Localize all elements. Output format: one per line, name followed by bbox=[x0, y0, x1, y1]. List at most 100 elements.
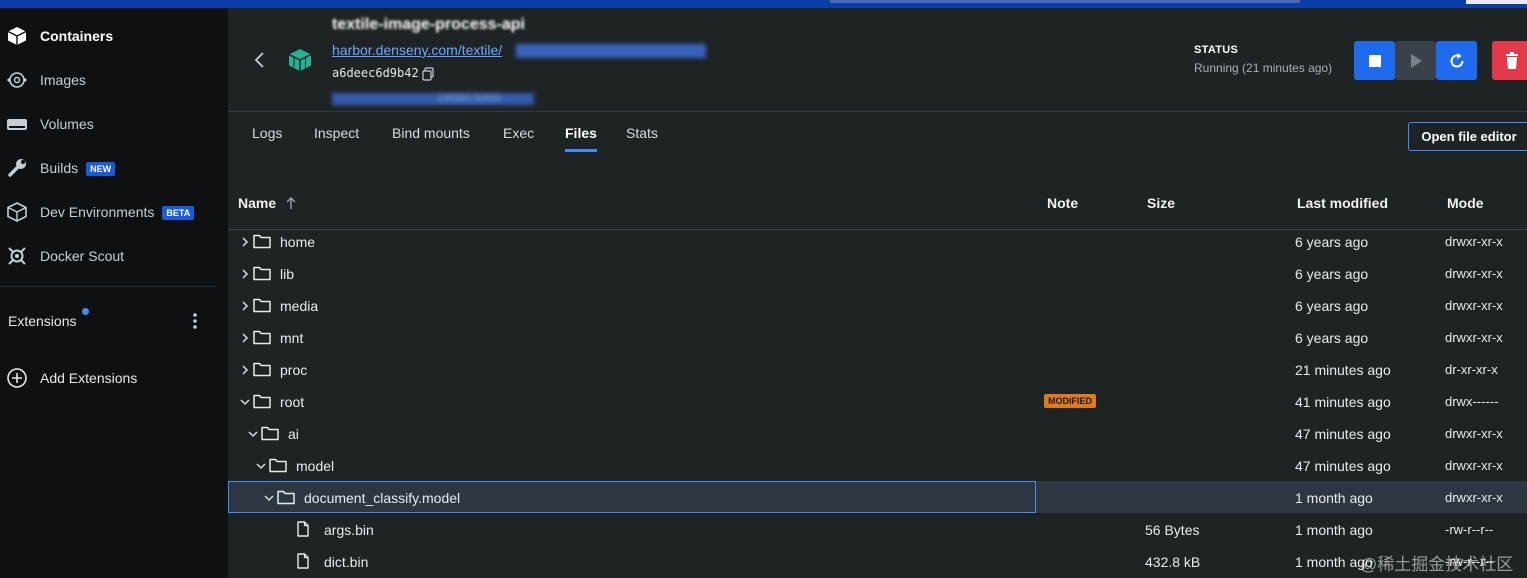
folder-icon bbox=[253, 329, 271, 345]
chevron-down-icon[interactable] bbox=[240, 395, 250, 407]
beta-badge: BETA bbox=[162, 206, 195, 221]
column-header-mode[interactable]: Mode bbox=[1447, 195, 1484, 211]
folder-icon bbox=[253, 297, 271, 313]
sidebar-item-volumes[interactable]: Volumes bbox=[0, 104, 228, 144]
chevron-right-icon[interactable] bbox=[240, 267, 250, 279]
chevron-right-icon[interactable] bbox=[240, 299, 250, 311]
table-row[interactable]: lib 6 years ago drwxr-xr-x bbox=[228, 257, 1527, 289]
table-row[interactable]: home 6 years ago drwxr-xr-x bbox=[228, 225, 1527, 257]
chevron-down-icon[interactable] bbox=[264, 491, 274, 503]
tab-bar: Logs Inspect Bind mounts Exec Files Stat… bbox=[228, 112, 1527, 154]
open-file-editor-button[interactable]: Open file editor bbox=[1408, 122, 1527, 151]
file-icon bbox=[294, 553, 312, 569]
file-name: ai bbox=[288, 426, 299, 442]
plus-circle-icon bbox=[6, 367, 28, 389]
column-header-name[interactable]: Name bbox=[238, 195, 276, 211]
modified-badge: MODIFIED bbox=[1044, 394, 1096, 408]
folder-icon bbox=[277, 489, 295, 505]
file-mode: drwxr-xr-x bbox=[1445, 266, 1503, 281]
tab-logs[interactable]: Logs bbox=[252, 125, 282, 141]
delete-button[interactable] bbox=[1492, 41, 1527, 80]
sidebar-item-containers[interactable]: Containers bbox=[0, 16, 228, 56]
folder-icon bbox=[261, 425, 279, 441]
play-icon bbox=[1410, 53, 1422, 68]
back-arrow-icon[interactable] bbox=[250, 48, 270, 72]
file-name: home bbox=[280, 234, 316, 250]
folder-icon bbox=[253, 265, 271, 281]
stop-button[interactable] bbox=[1354, 41, 1395, 80]
chevron-down-icon[interactable] bbox=[248, 427, 258, 439]
last-modified: 21 minutes ago bbox=[1295, 362, 1391, 378]
file-name: media bbox=[280, 298, 319, 314]
table-row[interactable]: proc 21 minutes ago dr-xr-xr-x bbox=[228, 353, 1527, 385]
image-link[interactable]: harbor.denseny.com/textile/ bbox=[332, 42, 502, 58]
kebab-menu-icon[interactable] bbox=[190, 312, 200, 330]
file-icon bbox=[294, 521, 312, 537]
chevron-right-icon[interactable] bbox=[240, 331, 250, 343]
restart-button[interactable] bbox=[1436, 41, 1477, 80]
add-extensions-label: Add Extensions bbox=[40, 370, 138, 386]
sidebar-item-builds[interactable]: Builds NEW bbox=[0, 148, 228, 188]
table-row[interactable]: dict.bin 432.8 kB 1 month ago -rw-r--r-- bbox=[228, 545, 1527, 577]
file-size: 432.8 kB bbox=[1145, 554, 1201, 570]
folder-icon bbox=[269, 457, 287, 473]
status-label: STATUS bbox=[1194, 44, 1239, 56]
file-mode: drwxr-xr-x bbox=[1445, 426, 1503, 441]
sidebar-item-label: Dev Environments BETA bbox=[40, 204, 195, 221]
file-name: dict.bin bbox=[324, 554, 369, 570]
top-right-control[interactable] bbox=[1466, 0, 1527, 4]
file-mode: drwxr-xr-x bbox=[1445, 234, 1503, 249]
files-table-header: Name Note Size Last modified Mode bbox=[228, 182, 1527, 230]
container-id: a6deec6d9b42 bbox=[332, 66, 419, 80]
copy-icon[interactable] bbox=[422, 67, 434, 81]
tab-bind-mounts[interactable]: Bind mounts bbox=[392, 125, 470, 141]
add-extensions-button[interactable]: Add Extensions bbox=[0, 358, 228, 398]
restart-icon bbox=[1450, 52, 1464, 67]
table-row[interactable]: model 47 minutes ago drwxr-xr-x bbox=[228, 449, 1527, 481]
chevron-right-icon[interactable] bbox=[240, 235, 250, 247]
tab-stats[interactable]: Stats bbox=[626, 125, 658, 141]
file-name: lib bbox=[280, 266, 295, 282]
column-header-last-modified[interactable]: Last modified bbox=[1297, 195, 1388, 211]
last-modified: 6 years ago bbox=[1295, 330, 1369, 346]
table-row[interactable]: ai 47 minutes ago drwxr-xr-x bbox=[228, 417, 1527, 449]
file-name: model bbox=[296, 458, 335, 474]
sidebar-item-dev-environments[interactable]: Dev Environments BETA bbox=[0, 192, 228, 232]
table-row[interactable]: document_classify.model 1 month ago drwxr-… bbox=[228, 481, 1527, 513]
file-size: 56 Bytes bbox=[1145, 522, 1200, 538]
containers-icon bbox=[6, 25, 28, 47]
sidebar-item-label: Images bbox=[40, 72, 86, 88]
builds-icon bbox=[6, 157, 28, 179]
start-button[interactable] bbox=[1395, 41, 1436, 80]
sidebar-item-label: Docker Scout bbox=[40, 248, 125, 264]
dev-env-icon bbox=[6, 201, 28, 223]
file-mode: drwxr-xr-x bbox=[1445, 330, 1503, 345]
last-modified: 6 years ago bbox=[1295, 234, 1369, 250]
table-row[interactable]: mnt 6 years ago drwxr-xr-x bbox=[228, 321, 1527, 353]
sidebar-item-docker-scout[interactable]: Docker Scout bbox=[0, 236, 228, 276]
last-modified: 41 minutes ago bbox=[1295, 394, 1391, 410]
container-name: textile-image-process-api bbox=[332, 16, 525, 33]
column-header-note[interactable]: Note bbox=[1047, 195, 1078, 211]
table-row[interactable]: args.bin 56 Bytes 1 month ago -rw-r--r-- bbox=[228, 513, 1527, 545]
table-row[interactable]: root MODIFIED 41 minutes ago drwx------ bbox=[228, 385, 1527, 417]
column-header-size[interactable]: Size bbox=[1147, 195, 1175, 211]
sidebar-divider bbox=[0, 286, 216, 287]
top-strip bbox=[0, 0, 1527, 8]
sort-arrow-up-icon[interactable] bbox=[285, 195, 297, 211]
tab-files[interactable]: Files bbox=[565, 125, 597, 152]
extensions-label: Extensions bbox=[8, 313, 77, 329]
chevron-right-icon[interactable] bbox=[240, 363, 250, 375]
port-link[interactable]: 18080:5000 bbox=[332, 91, 534, 105]
container-cube-icon bbox=[286, 46, 314, 77]
search-bar[interactable] bbox=[830, 0, 1300, 3]
extensions-notification-dot bbox=[82, 308, 89, 315]
table-row[interactable]: media 6 years ago drwxr-xr-x bbox=[228, 289, 1527, 321]
file-name: root bbox=[280, 394, 305, 410]
tab-exec[interactable]: Exec bbox=[503, 125, 534, 141]
chevron-down-icon[interactable] bbox=[256, 459, 266, 471]
container-header: textile-image-process-api harbor.denseny… bbox=[228, 8, 1527, 112]
sidebar-item-images[interactable]: Images bbox=[0, 60, 228, 100]
file-name: mnt bbox=[280, 330, 304, 346]
tab-inspect[interactable]: Inspect bbox=[314, 125, 359, 141]
